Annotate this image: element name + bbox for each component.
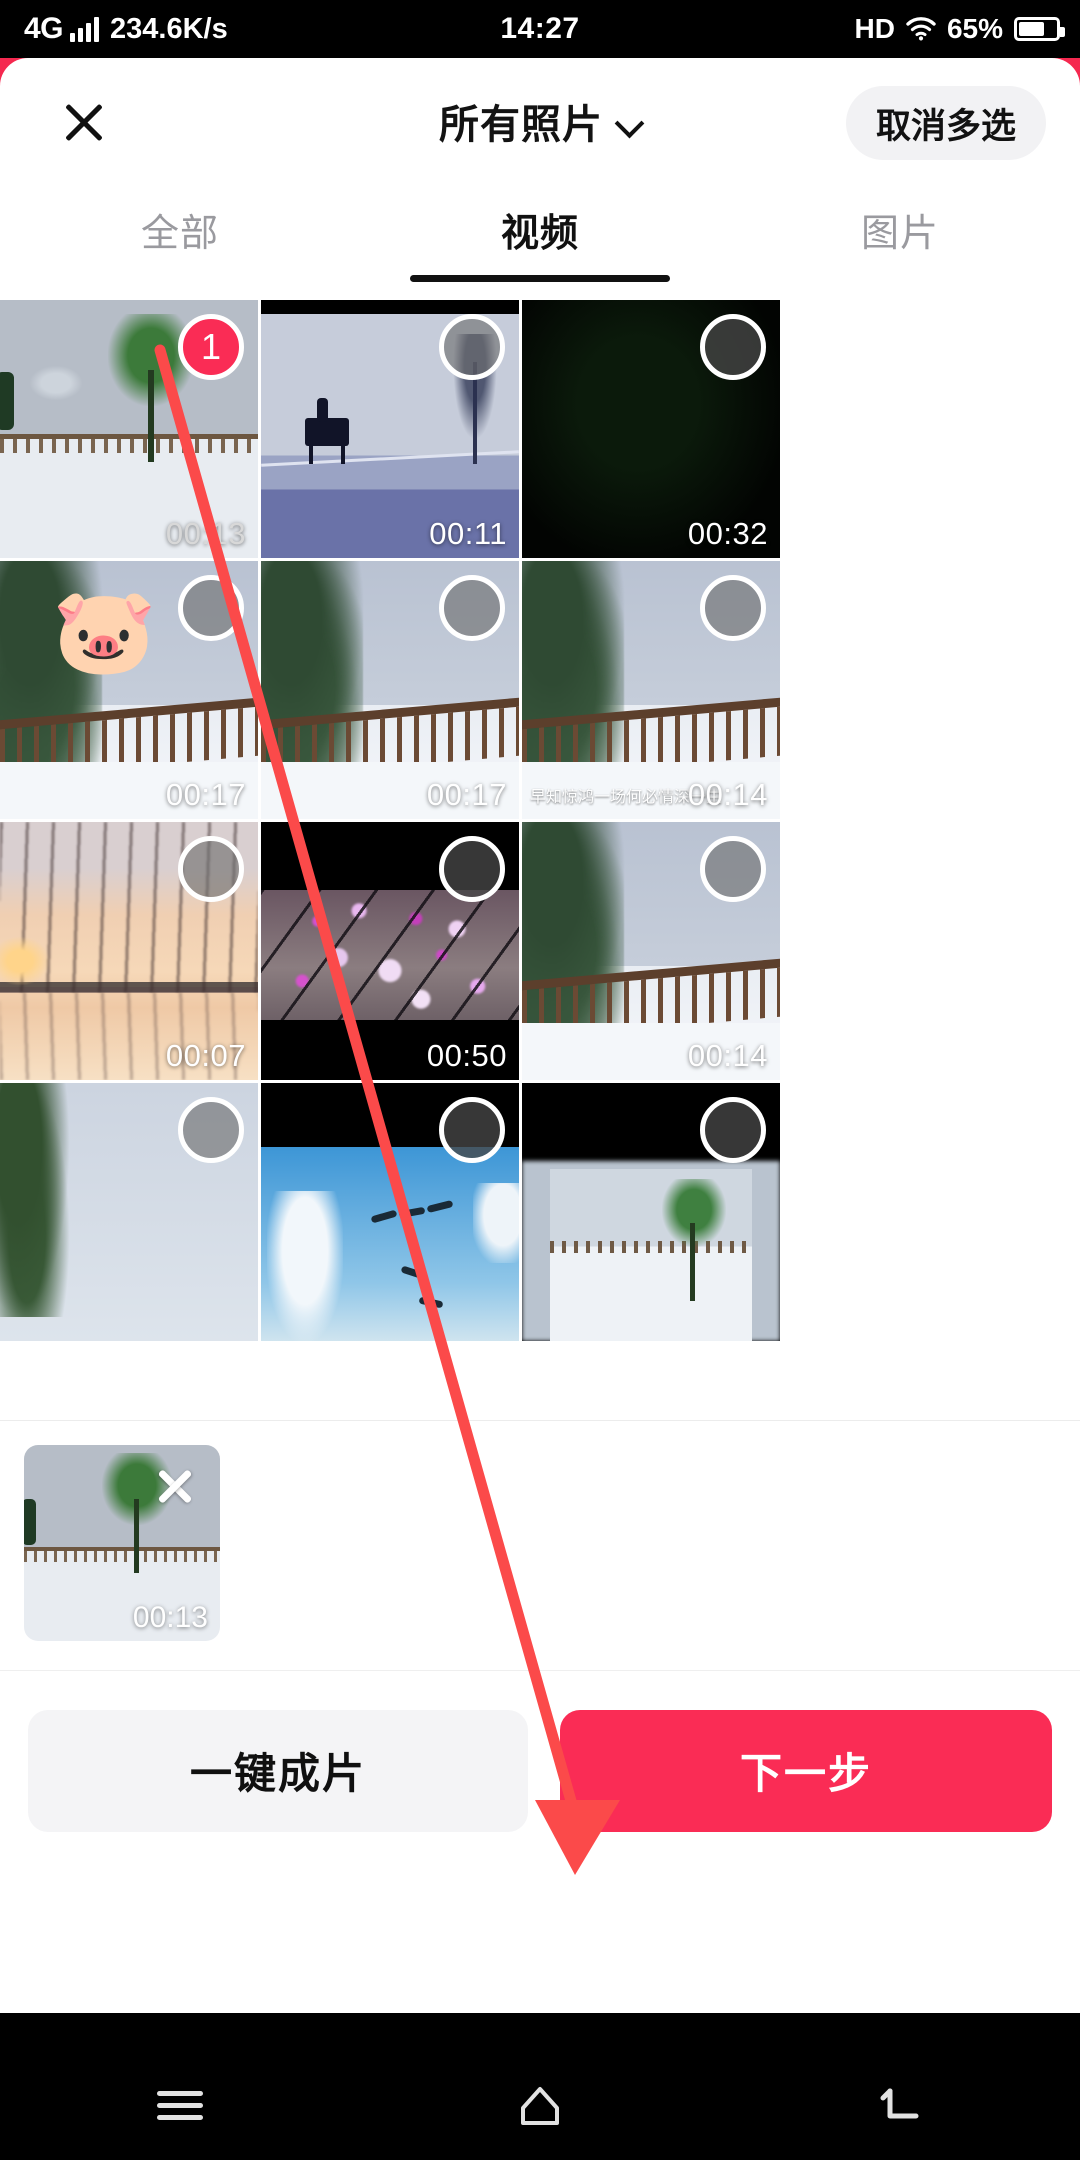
menu-icon[interactable] <box>0 2084 360 2127</box>
selection-circle[interactable] <box>178 575 244 641</box>
selection-circle[interactable] <box>439 575 505 641</box>
selection-circle[interactable] <box>700 575 766 641</box>
back-icon[interactable] <box>720 2078 1080 2132</box>
media-grid-item[interactable]: 00:07 <box>0 822 258 1080</box>
duration-label: 00:50 <box>426 1038 507 1073</box>
selection-circle[interactable] <box>700 1097 766 1163</box>
tab-image[interactable]: 图片 <box>720 186 1080 300</box>
selected-tray: 00:13 <box>0 1420 1080 1670</box>
phone-screen: 4G 234.6K/s 14:27 HD 65% 所有照片 取消多选 全部 视频… <box>0 0 1080 2160</box>
media-grid-item[interactable] <box>522 1083 780 1341</box>
media-grid-item[interactable]: 00:32 <box>522 300 780 558</box>
tab-video-label: 视频 <box>500 213 579 255</box>
selection-circle[interactable] <box>439 1097 505 1163</box>
android-nav-bar <box>0 2050 1080 2160</box>
duration-label: 00:13 <box>132 1601 208 1634</box>
media-grid-item[interactable]: 00:14 <box>522 822 780 1080</box>
duration-label: 00:17 <box>426 777 507 812</box>
duration-label: 00:14 <box>687 777 768 812</box>
media-type-tabs: 全部 视频 图片 <box>0 186 1080 300</box>
remove-selected-icon[interactable] <box>152 1463 198 1509</box>
duration-label: 00:17 <box>165 777 246 812</box>
media-grid-item[interactable]: 🐷 00:17 <box>0 561 258 819</box>
selection-order-label: 1 <box>200 326 222 367</box>
chevron-down-icon <box>617 111 641 135</box>
next-step-button[interactable]: 下一步 <box>560 1709 1052 1832</box>
media-grid-item[interactable]: 1 00:13 <box>0 300 258 558</box>
tab-video[interactable]: 视频 <box>360 186 720 300</box>
next-step-label: 下一步 <box>739 1750 872 1797</box>
duration-label: 00:13 <box>165 516 246 551</box>
home-icon[interactable] <box>360 2077 720 2133</box>
selection-circle[interactable] <box>178 836 244 902</box>
duration-label: 00:14 <box>687 1038 768 1073</box>
one-click-movie-button[interactable]: 一键成片 <box>28 1709 528 1832</box>
status-bar: 4G 234.6K/s 14:27 HD 65% <box>0 0 1080 58</box>
selected-tray-item[interactable]: 00:13 <box>24 1445 220 1641</box>
media-grid: 1 00:13 00:11 00:32 🐷 00:17 00:17 早知惊鸿一场… <box>0 300 1080 1420</box>
tab-all-label: 全部 <box>140 213 219 255</box>
hd-label: HD <box>854 13 895 44</box>
media-grid-item[interactable] <box>261 1083 519 1341</box>
album-title-label: 所有照片 <box>439 103 603 147</box>
selection-circle[interactable] <box>700 836 766 902</box>
selection-circle[interactable] <box>178 1097 244 1163</box>
status-bar-right: HD 65% <box>854 13 1065 45</box>
bottom-actions: 一键成片 下一步 <box>0 1670 1080 1870</box>
battery-icon <box>1014 17 1065 41</box>
sticker-pig-icon: 🐷 <box>52 584 157 678</box>
tab-all[interactable]: 全部 <box>0 186 360 300</box>
wifi-icon <box>906 17 936 41</box>
media-grid-item[interactable]: 00:17 <box>261 561 519 819</box>
tab-image-label: 图片 <box>860 213 939 255</box>
selection-badge[interactable]: 1 <box>178 314 244 380</box>
media-grid-item[interactable]: 早知惊鸿一场何必情深一生 00:14 <box>522 561 780 819</box>
duration-label: 00:07 <box>165 1038 246 1073</box>
battery-percent-label: 65% <box>946 13 1003 44</box>
cancel-multiselect-button[interactable]: 取消多选 <box>845 86 1046 160</box>
duration-label: 00:32 <box>687 516 768 551</box>
picker-sheet: 所有照片 取消多选 全部 视频 图片 1 00:13 00:11 00:32 🐷… <box>0 58 1080 2013</box>
picker-header: 所有照片 取消多选 <box>0 58 1080 186</box>
selection-circle[interactable] <box>439 314 505 380</box>
selection-circle[interactable] <box>700 314 766 380</box>
one-click-movie-label: 一键成片 <box>189 1750 366 1797</box>
media-grid-item[interactable] <box>0 1083 258 1341</box>
media-grid-item[interactable]: 00:11 <box>261 300 519 558</box>
tab-underline-active <box>410 275 670 282</box>
media-grid-item[interactable]: 00:50 <box>261 822 519 1080</box>
duration-label: 00:11 <box>429 516 507 551</box>
cancel-multiselect-label: 取消多选 <box>875 106 1016 146</box>
selection-circle[interactable] <box>439 836 505 902</box>
